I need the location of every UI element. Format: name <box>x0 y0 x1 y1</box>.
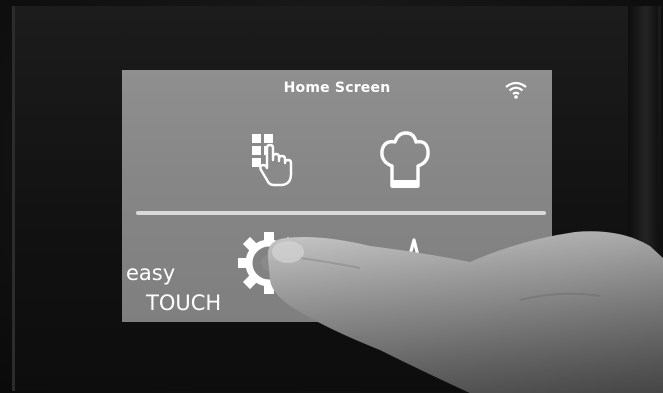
device-photo: Home Screen easy TOUCH <box>0 0 663 393</box>
chef-hat-icon[interactable] <box>378 130 432 196</box>
temperature-graph-icon[interactable] <box>380 234 442 278</box>
easytouch-logo: easy TOUCH <box>126 258 221 318</box>
brand-line-2: TOUCH <box>146 291 222 315</box>
screen-title: Home Screen <box>283 80 391 96</box>
grid-touch-icon[interactable] <box>240 130 304 194</box>
screen-divider <box>136 211 546 215</box>
brand-line-1: easy <box>126 261 176 285</box>
wifi-icon <box>505 81 527 99</box>
bezel-edge <box>628 6 658 391</box>
gear-icon[interactable] <box>234 228 304 298</box>
touch-screen: Home Screen easy TOUCH <box>122 70 552 322</box>
